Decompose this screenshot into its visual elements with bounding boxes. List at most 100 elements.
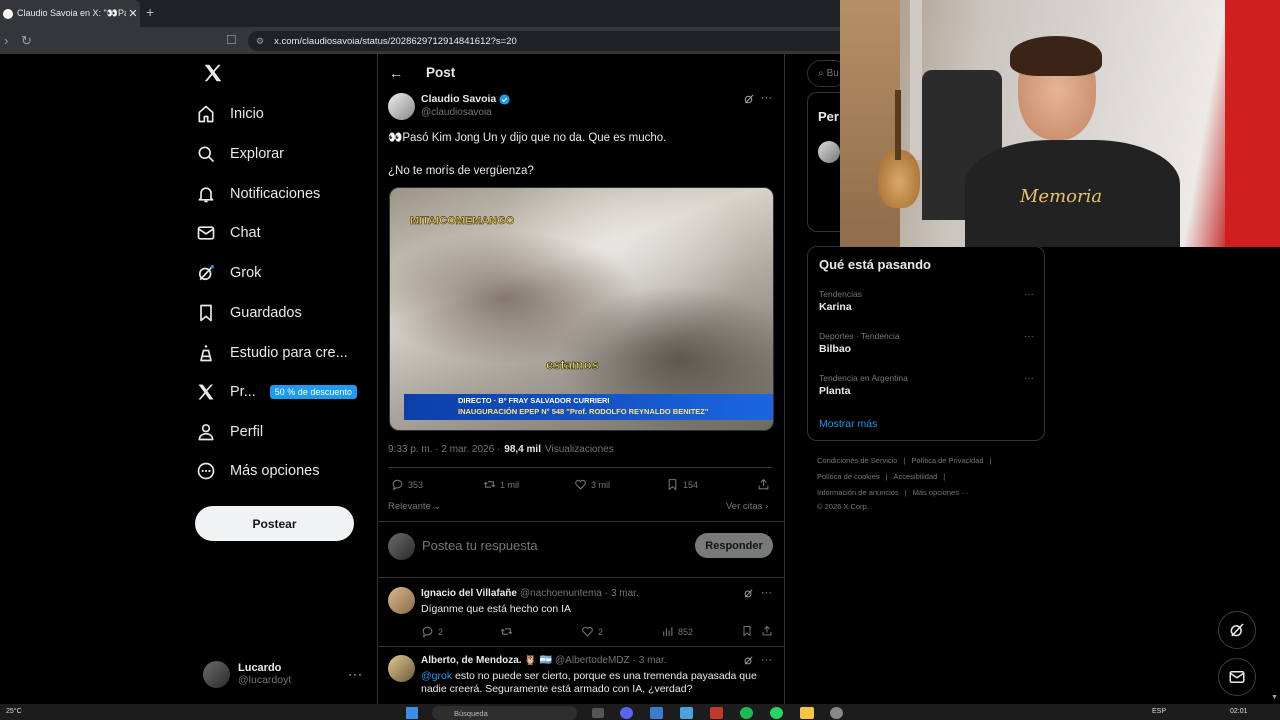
grok-fab[interactable]: [1218, 611, 1256, 649]
person-icon: [198, 424, 214, 441]
more-icon[interactable]: ···: [1024, 289, 1034, 300]
like-action[interactable]: 2: [581, 625, 603, 638]
nav-grok[interactable]: Grok: [196, 255, 261, 291]
bookmark-page-icon[interactable]: ☐: [226, 33, 237, 47]
grok-icon: [1230, 623, 1244, 637]
repost-action[interactable]: 1 mil: [483, 478, 519, 491]
reply-avatar[interactable]: [388, 587, 415, 614]
discord-icon[interactable]: [620, 707, 633, 719]
nav-explorar[interactable]: Explorar: [196, 136, 284, 172]
nav-perfil[interactable]: Perfil: [196, 414, 263, 450]
forward-icon[interactable]: ›: [4, 33, 8, 48]
footer-link[interactable]: Condiciones de Servicio: [817, 456, 897, 465]
reply-author[interactable]: Alberto, de Mendoza. 🦉 🇦🇷: [421, 655, 552, 666]
task-view-icon[interactable]: [592, 708, 604, 718]
author-handle[interactable]: @claudiosavoia: [421, 107, 492, 118]
search-icon: [198, 146, 215, 163]
red-wall: [1225, 0, 1280, 247]
nav-inicio[interactable]: Inicio: [196, 96, 264, 132]
author-avatar[interactable]: [388, 93, 415, 120]
reply-handle[interactable]: @nachoenuntema: [520, 588, 602, 599]
like-action[interactable]: 3 mil: [574, 478, 610, 491]
footer-row: Condiciones de Servicio | Política de Pri…: [817, 456, 992, 465]
mention-link[interactable]: @grok: [421, 670, 452, 682]
post-button[interactable]: Postear: [195, 506, 354, 541]
clock[interactable]: 02:01: [1230, 708, 1248, 715]
more-icon[interactable]: ···: [761, 654, 772, 666]
more-icon[interactable]: ···: [761, 587, 772, 599]
spotify-icon[interactable]: [740, 707, 753, 719]
account-switcher[interactable]: Lucardo @lucardoyt ···: [203, 659, 363, 689]
footer-link[interactable]: Política de cookies: [817, 472, 880, 481]
reload-icon[interactable]: ↻: [21, 33, 32, 49]
back-arrow-icon[interactable]: ←: [389, 65, 403, 81]
repost-icon[interactable]: [500, 625, 513, 638]
grok-icon[interactable]: [743, 93, 755, 105]
new-tab-icon[interactable]: +: [146, 4, 154, 20]
copyright: © 2026 X Corp.: [817, 502, 869, 511]
post-video[interactable]: MITAICOMEMANGO estamos DIRECTO · Bº FRAY…: [389, 187, 774, 431]
bookmark-icon[interactable]: [741, 625, 753, 637]
nav-label: Más opciones: [230, 463, 320, 479]
weather-widget[interactable]: 25°C: [6, 708, 22, 715]
quotes-link[interactable]: Ver citas ›: [726, 501, 768, 512]
page-title: Post: [426, 65, 456, 80]
footer-link[interactable]: Política de Privacidad: [911, 456, 983, 465]
footer-row: Información de anuncios | Más opciones ··…: [817, 488, 969, 497]
reply-avatar[interactable]: [388, 655, 415, 682]
trend-name: Karina: [819, 301, 852, 313]
footer-link[interactable]: Información de anuncios: [817, 488, 899, 497]
language-indicator[interactable]: ESP: [1152, 708, 1166, 715]
app-icon[interactable]: [830, 707, 843, 719]
author-name-row[interactable]: Claudio Savoia: [421, 93, 510, 105]
browser-tab[interactable]: Claudio Savoia en X: "👀Pasó ✕: [0, 0, 140, 27]
folder-icon[interactable]: [800, 707, 814, 719]
messages-fab[interactable]: [1218, 658, 1256, 696]
news-banner-line2: INAUGURACIÓN EPEP N° 548 "Prof. RODOLFO …: [458, 407, 709, 416]
views-count: 98,4 mil: [504, 444, 541, 455]
share-icon[interactable]: [757, 478, 770, 491]
scroll-down-icon[interactable]: ▼: [1271, 694, 1278, 701]
reply-input[interactable]: Postea tu respuesta: [422, 538, 538, 553]
nav-mas-opciones[interactable]: Más opciones: [196, 453, 319, 489]
site-info-icon[interactable]: ⚙: [256, 36, 264, 47]
bookmark-action[interactable]: 154: [666, 478, 698, 491]
trend-item[interactable]: Tendencia en Argentina Planta ···: [819, 373, 1034, 397]
more-icon[interactable]: ···: [761, 92, 772, 104]
taskbar-search[interactable]: Búsqueda: [432, 706, 577, 720]
trend-item[interactable]: Tendencias Karina ···: [819, 289, 1034, 313]
grok-icon[interactable]: [743, 655, 754, 666]
footer-link[interactable]: Más opciones ···: [913, 488, 969, 497]
sort-dropdown[interactable]: Relevante ⌄: [388, 501, 441, 512]
search-icon: ⌕: [818, 68, 824, 79]
nav-chat[interactable]: Chat: [196, 215, 261, 251]
app-icon[interactable]: [680, 707, 693, 719]
browser-icon[interactable]: [710, 707, 723, 719]
x-logo-icon[interactable]: [202, 62, 224, 84]
app-icon[interactable]: [650, 707, 663, 719]
reply-author[interactable]: Ignacio del Villafañe: [421, 588, 517, 599]
footer-link[interactable]: Accesibilidad: [894, 472, 938, 481]
address-bar[interactable]: ⚙ x.com/claudiosavoia/status/20286297129…: [248, 31, 840, 51]
share-icon[interactable]: [761, 625, 773, 637]
reply-icon: [392, 479, 403, 491]
whatsapp-icon[interactable]: [770, 707, 783, 719]
windows-start-icon[interactable]: [406, 707, 418, 719]
grok-icon[interactable]: [743, 588, 754, 599]
views-action[interactable]: 852: [661, 625, 693, 638]
nav-premium[interactable]: Pr... 50 % de descuento: [196, 374, 357, 410]
more-icon[interactable]: ···: [1024, 331, 1034, 342]
nav-label: Pr...: [230, 384, 256, 400]
nav-notificaciones[interactable]: Notificaciones: [196, 176, 320, 212]
nav-guardados[interactable]: Guardados: [196, 295, 302, 331]
reply-handle[interactable]: @AlbertodeMDZ: [555, 655, 630, 666]
reply-action[interactable]: 2: [421, 625, 443, 638]
tab-close-icon[interactable]: ✕: [126, 7, 140, 20]
reply-action[interactable]: 353: [391, 478, 423, 491]
reply-date: · 3 mar.: [632, 655, 667, 666]
nav-estudio[interactable]: Estudio para cre...: [196, 335, 348, 371]
more-icon[interactable]: ···: [1024, 373, 1034, 384]
reply-button[interactable]: Responder: [695, 533, 773, 558]
show-more-link[interactable]: Mostrar más: [819, 418, 877, 430]
trend-item[interactable]: Deportes · Tendencia Bilbao ···: [819, 331, 1034, 355]
